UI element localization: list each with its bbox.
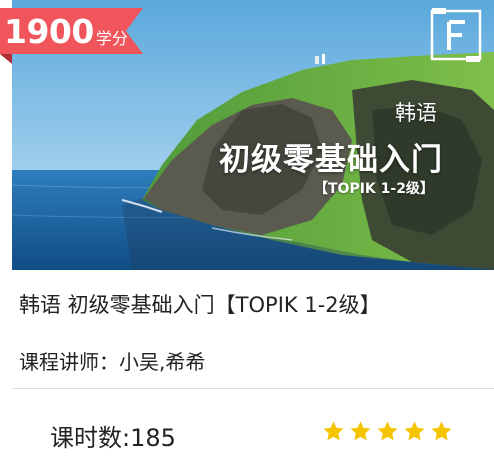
cover-title: 初级零基础入门 — [219, 142, 443, 178]
price-amount: 1900 — [4, 11, 94, 51]
course-title[interactable]: 韩语 初级零基础入门【TOPIK 1-2级】 — [19, 289, 381, 319]
price-unit: 学分 — [95, 29, 128, 48]
course-hours: 课时数:185 — [50, 424, 176, 452]
course-teacher: 课程讲师：小吴,希希 — [19, 350, 206, 374]
rating-stars — [322, 420, 453, 443]
divider — [12, 388, 494, 389]
f-logo-icon — [430, 8, 482, 62]
star-icon — [323, 421, 344, 441]
cover-level-tag: 【TOPIK 1-2级】 — [314, 181, 434, 197]
star-icon — [350, 421, 371, 441]
star-icon — [377, 421, 398, 441]
price-badge-fold — [0, 54, 12, 64]
course-card[interactable]: 1900 学分 韩语 初级零基础入门 【TOPIK 1-2级】 韩语 初级零基础… — [0, 0, 494, 470]
star-icon — [404, 421, 425, 441]
star-icon — [431, 421, 452, 441]
price-badge: 1900 学分 — [0, 8, 143, 54]
cover-subtitle: 韩语 — [395, 101, 437, 125]
